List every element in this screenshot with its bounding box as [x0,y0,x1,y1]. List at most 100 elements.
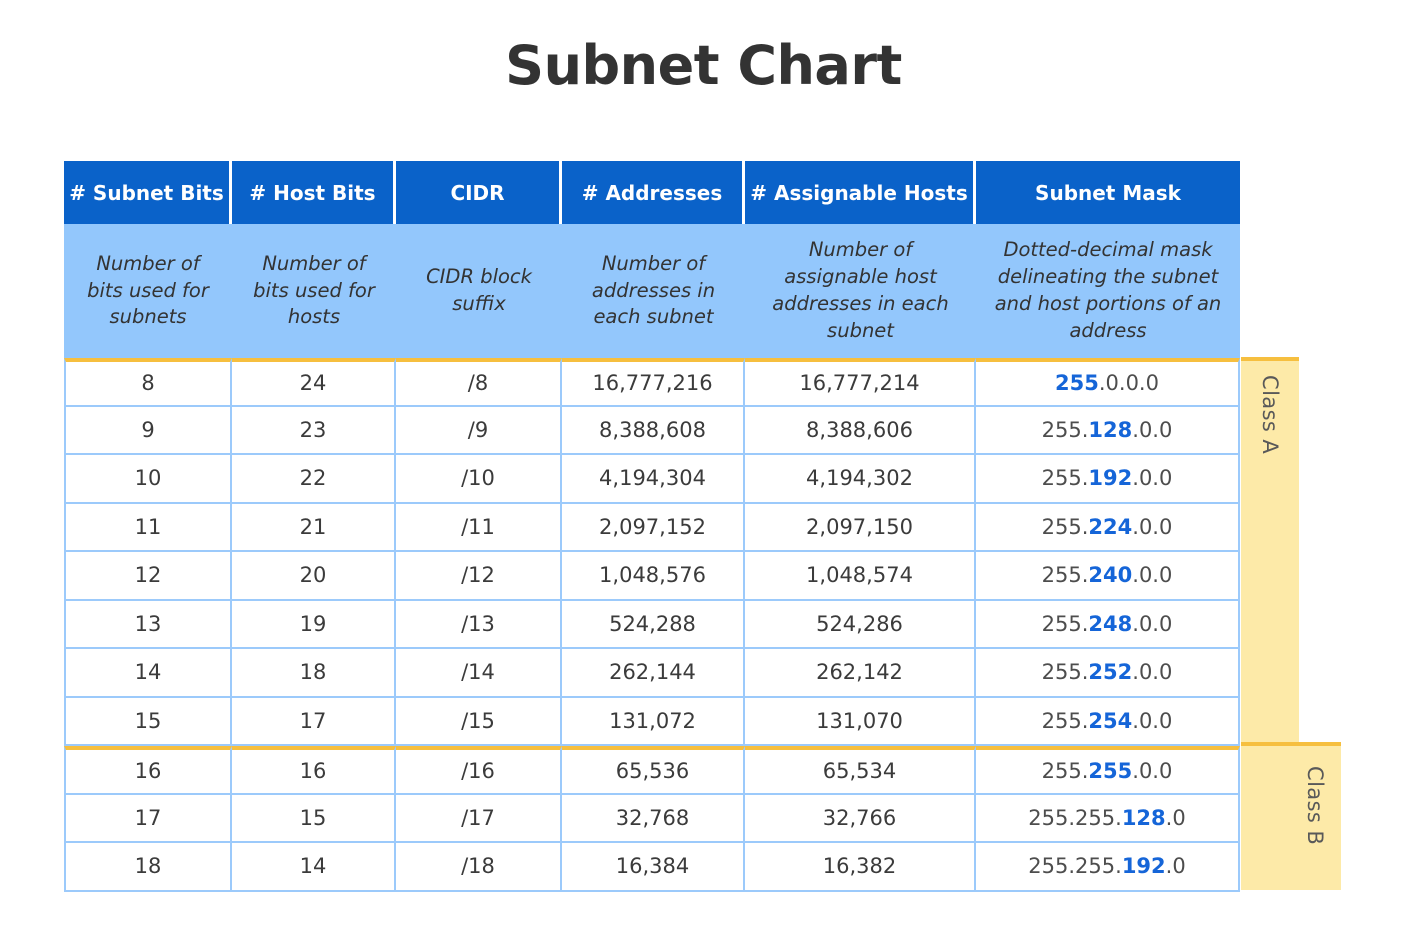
subnet-table: # Subnet Bits # Host Bits CIDR # Address… [64,161,1240,892]
table-row: 1220/121,048,5761,048,574255.240.0.0 [64,552,1240,601]
cell-subnet-bits: 10 [64,455,232,504]
cell-subnet-mask: 255.248.0.0 [976,601,1240,650]
mask-highlight-octet: 128 [1122,806,1166,830]
cell-host-bits: 19 [232,601,396,650]
mask-highlight-octet: 252 [1088,660,1132,684]
mask-suffix: .0.0 [1132,612,1172,636]
cell-subnet-bits: 15 [64,698,232,747]
cell-host-bits: 14 [232,843,396,892]
cell-addresses: 8,388,608 [562,407,745,456]
class-a-panel: Class A [1241,357,1299,743]
cell-assignable-hosts: 65,534 [745,746,976,795]
description-subnet-mask: Dotted-decimal mask delineating the subn… [976,224,1240,358]
column-header-host-bits: # Host Bits [232,161,396,224]
mask-prefix: 255. [1042,418,1089,442]
cell-assignable-hosts: 262,142 [745,649,976,698]
cell-subnet-bits: 12 [64,552,232,601]
cell-subnet-mask: 255.0.0.0 [976,358,1240,407]
mask-suffix: .0.0 [1132,759,1172,783]
cell-host-bits: 17 [232,698,396,747]
cell-subnet-bits: 17 [64,795,232,844]
table-row: 1517/15131,072131,070 255.254.0.0 [64,698,1240,747]
mask-suffix: .0 [1166,854,1186,878]
mask-highlight-octet: 255 [1088,759,1132,783]
cell-host-bits: 16 [232,746,396,795]
cell-subnet-bits: 9 [64,407,232,456]
mask-prefix: 255.255. [1028,806,1122,830]
subnet-table-container: # Subnet Bits # Host Bits CIDR # Address… [64,161,1240,892]
header-row: # Subnet Bits # Host Bits CIDR # Address… [64,161,1240,224]
cell-subnet-mask: 255.255.0.0 [976,746,1240,795]
cell-addresses: 16,384 [562,843,745,892]
class-b-panel: Class B [1241,742,1341,890]
mask-highlight-octet: 224 [1088,515,1132,539]
cell-addresses: 2,097,152 [562,504,745,553]
table-row: 1022/104,194,3044,194,302255.192.0.0 [64,455,1240,504]
table-row: 923/98,388,6088,388,606255.128.0.0 [64,407,1240,456]
cell-addresses: 32,768 [562,795,745,844]
table-row: 1121/112,097,1522,097,150255.224.0.0 [64,504,1240,553]
cell-cidr: /11 [396,504,562,553]
mask-suffix: .0.0 [1132,515,1172,539]
table-row: 1418/14262,144262,142255.252.0.0 [64,649,1240,698]
cell-cidr: /15 [396,698,562,747]
mask-suffix: .0.0 [1132,660,1172,684]
cell-cidr: /13 [396,601,562,650]
mask-suffix: .0.0 [1132,709,1172,733]
mask-prefix: 255. [1042,612,1089,636]
cell-cidr: /12 [396,552,562,601]
cell-host-bits: 21 [232,504,396,553]
cell-assignable-hosts: 2,097,150 [745,504,976,553]
cell-addresses: 524,288 [562,601,745,650]
cell-addresses: 65,536 [562,746,745,795]
cell-subnet-mask: 255.192.0.0 [976,455,1240,504]
description-row: Number of bits used for subnets Number o… [64,224,1240,358]
mask-highlight-octet: 192 [1088,466,1132,490]
table-row: 824/816,777,21616,777,214255.0.0.0 [64,358,1240,407]
mask-highlight-octet: 128 [1088,418,1132,442]
cell-addresses: 131,072 [562,698,745,747]
cell-assignable-hosts: 131,070 [745,698,976,747]
mask-highlight-octet: 248 [1088,612,1132,636]
cell-assignable-hosts: 16,382 [745,843,976,892]
column-header-subnet-mask: Subnet Mask [976,161,1240,224]
class-b-label: Class B [1303,766,1327,845]
subnet-chart-page: Subnet Chart Class A Class B # Subnet Bi… [0,0,1407,952]
cell-assignable-hosts: 4,194,302 [745,455,976,504]
mask-prefix: 255. [1042,466,1089,490]
mask-prefix: 255. [1042,709,1089,733]
cell-cidr: /16 [396,746,562,795]
column-header-addresses: # Addresses [562,161,745,224]
mask-suffix: .0.0 [1132,466,1172,490]
cell-subnet-bits: 14 [64,649,232,698]
cell-host-bits: 24 [232,358,396,407]
column-header-assignable-hosts: # Assignable Hosts [745,161,976,224]
cell-host-bits: 18 [232,649,396,698]
cell-assignable-hosts: 32,766 [745,795,976,844]
cell-subnet-bits: 8 [64,358,232,407]
mask-suffix: .0.0 [1132,418,1172,442]
cell-subnet-mask: 255.255.192.0 [976,843,1240,892]
description-host-bits: Number of bits used for hosts [232,224,396,358]
cell-assignable-hosts: 8,388,606 [745,407,976,456]
mask-prefix: 255.255. [1028,854,1122,878]
mask-prefix: 255. [1042,759,1089,783]
description-subnet-bits: Number of bits used for subnets [64,224,232,358]
cell-cidr: /9 [396,407,562,456]
mask-suffix: .0 [1166,806,1186,830]
cell-addresses: 16,777,216 [562,358,745,407]
cell-cidr: /18 [396,843,562,892]
mask-highlight-octet: 254 [1088,709,1132,733]
cell-subnet-bits: 11 [64,504,232,553]
cell-host-bits: 22 [232,455,396,504]
cell-subnet-bits: 16 [64,746,232,795]
description-addresses: Number of addresses in each subnet [562,224,745,358]
description-cidr: CIDR block suffix [396,224,562,358]
table-header: # Subnet Bits # Host Bits CIDR # Address… [64,161,1240,224]
column-header-cidr: CIDR [396,161,562,224]
cell-subnet-bits: 13 [64,601,232,650]
cell-subnet-mask: 255.252.0.0 [976,649,1240,698]
cell-subnet-mask: 255.255.128.0 [976,795,1240,844]
column-header-subnet-bits: # Subnet Bits [64,161,232,224]
cell-assignable-hosts: 1,048,574 [745,552,976,601]
